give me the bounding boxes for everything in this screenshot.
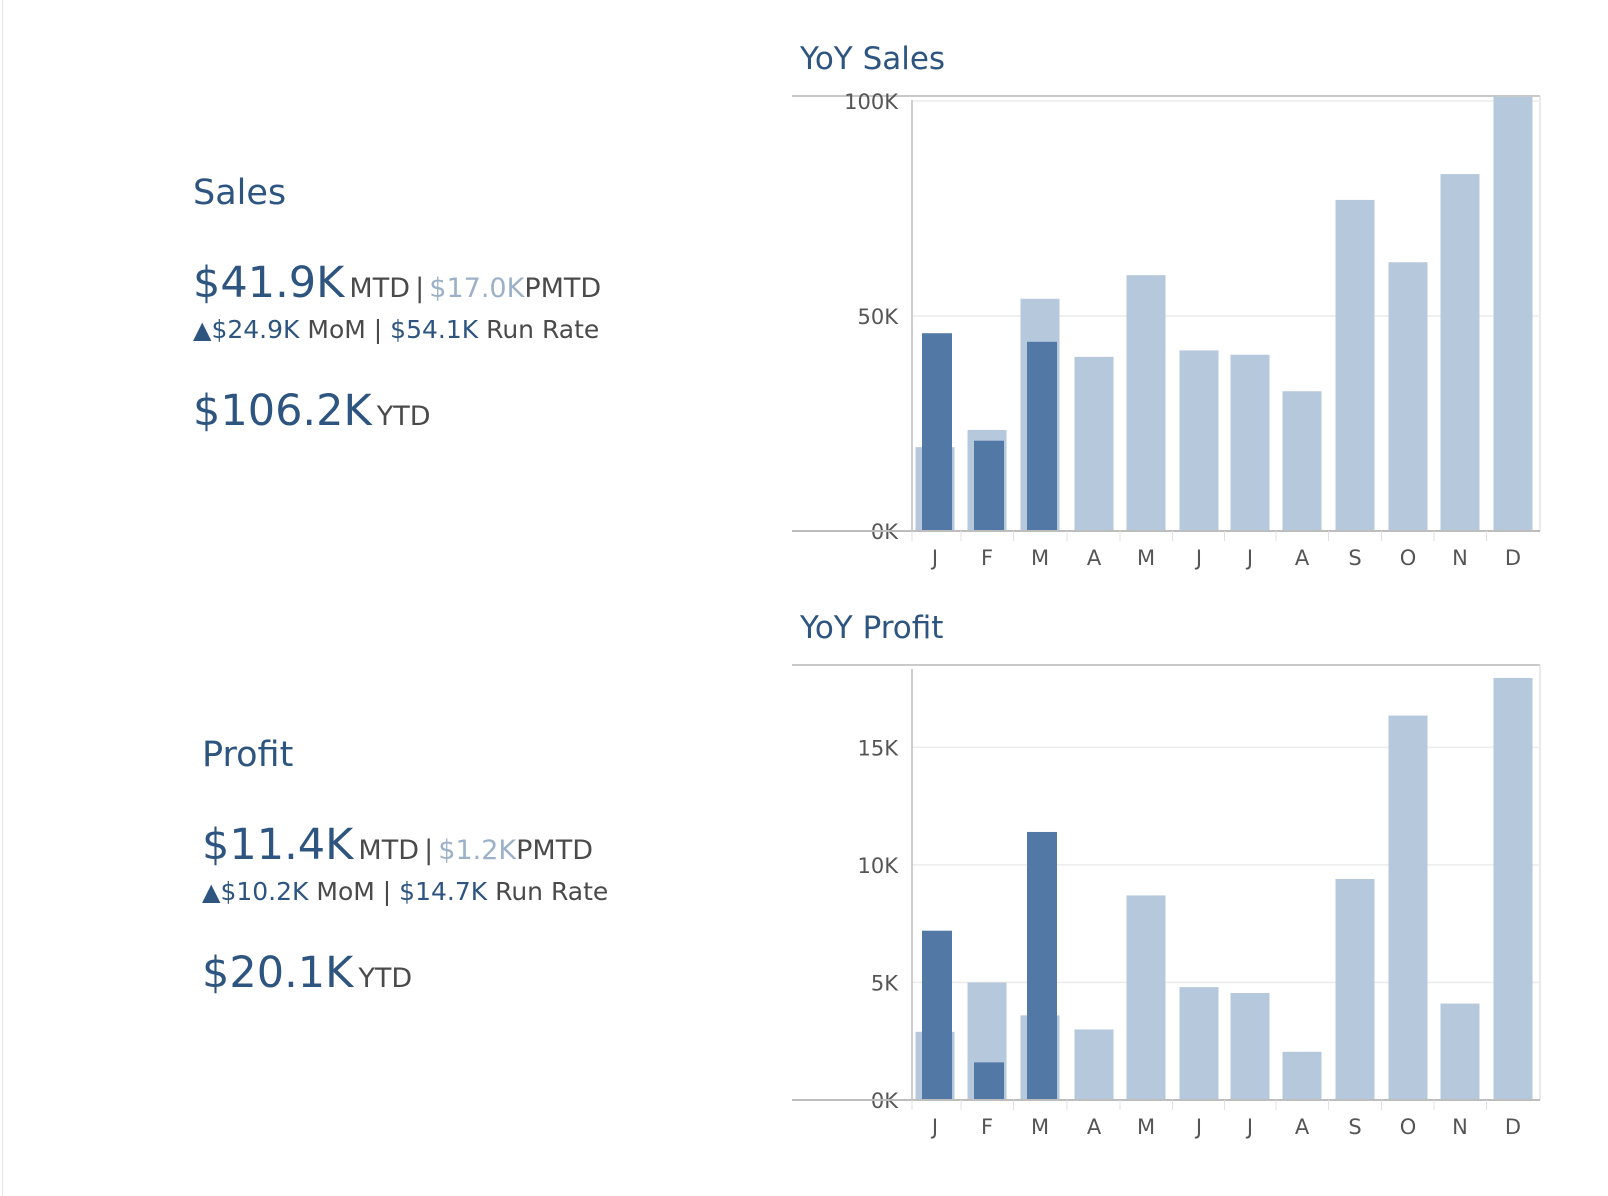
- sales-x-tick-label: A: [1087, 546, 1102, 570]
- profit-x-tick-label: M: [1137, 1115, 1155, 1139]
- profit-x-tick-label: F: [981, 1115, 993, 1139]
- sales-bar-prior-year[interactable]: [1493, 96, 1533, 531]
- profit-x-tick-label: D: [1505, 1115, 1521, 1139]
- sales-bar-prior-year[interactable]: [1388, 262, 1428, 531]
- sales-bar-prior-year[interactable]: [1230, 354, 1270, 531]
- sales-x-tick-label: M: [1137, 546, 1155, 570]
- sales-bar-prior-year[interactable]: [1074, 356, 1114, 531]
- profit-x-tick-label: A: [1087, 1115, 1102, 1139]
- sales-chart-group: 0K50K100KJ F M A M J J A S O N D: [792, 90, 1541, 570]
- profit-bar-prior-year[interactable]: [1440, 1003, 1480, 1100]
- sales-y-tick-label: 100K: [844, 90, 899, 114]
- sales-x-tick-label: F: [981, 546, 993, 570]
- sales-bar-prior-year[interactable]: [1179, 350, 1219, 531]
- yoy-sales-chart: 0K50K100KJ F M A M J J A S O N D0K5K10K15KJ F M A M J J A S…: [792, 90, 1541, 1139]
- profit-bar-prior-year[interactable]: [1179, 987, 1219, 1100]
- profit-x-tick-label: O: [1400, 1115, 1417, 1139]
- sales-x-tick-label: N: [1452, 546, 1468, 570]
- sales-bar-prior-year[interactable]: [1335, 199, 1375, 531]
- sales-x-tick-label: J: [930, 546, 938, 570]
- sales-x-tick-label: O: [1400, 546, 1417, 570]
- sales-x-tick-label: D: [1505, 546, 1521, 570]
- sales-x-tick-label: J: [1194, 546, 1202, 570]
- profit-y-tick-label: 10K: [858, 854, 900, 878]
- profit-x-tick-label: A: [1295, 1115, 1310, 1139]
- profit-bar-prior-year[interactable]: [1126, 895, 1166, 1100]
- sales-bar-prior-year[interactable]: [1282, 391, 1322, 531]
- sales-bar-prior-year[interactable]: [1126, 275, 1166, 531]
- profit-x-tick-label: J: [930, 1115, 938, 1139]
- sales-bar-current-year[interactable]: [922, 333, 952, 531]
- sales-x-tick-label: M: [1031, 546, 1049, 570]
- profit-bar-current-year[interactable]: [974, 1062, 1004, 1100]
- profit-x-tick-label: J: [1194, 1115, 1202, 1139]
- sales-x-tick-label: S: [1348, 546, 1361, 570]
- profit-bar-current-year[interactable]: [1027, 831, 1057, 1100]
- profit-bar-prior-year[interactable]: [1282, 1051, 1322, 1100]
- profit-bar-current-year[interactable]: [922, 930, 952, 1100]
- profit-x-tick-label: N: [1452, 1115, 1468, 1139]
- sales-x-tick-label: A: [1295, 546, 1310, 570]
- sales-bar-current-year[interactable]: [974, 440, 1004, 531]
- sales-bar-current-year[interactable]: [1027, 341, 1057, 531]
- profit-bar-prior-year[interactable]: [1074, 1029, 1114, 1100]
- profit-x-tick-label: M: [1031, 1115, 1049, 1139]
- profit-bar-prior-year[interactable]: [1335, 878, 1375, 1100]
- profit-bar-prior-year[interactable]: [1493, 677, 1533, 1100]
- profit-x-tick-label: S: [1348, 1115, 1361, 1139]
- profit-bar-prior-year[interactable]: [1388, 715, 1428, 1100]
- profit-bar-prior-year[interactable]: [1230, 993, 1270, 1100]
- sales-y-tick-label: 50K: [858, 305, 900, 329]
- profit-chart-group: 0K5K10K15KJ F M A M J J A S O N D: [792, 664, 1541, 1139]
- sales-bar-prior-year[interactable]: [1440, 174, 1480, 531]
- profit-y-tick-label: 15K: [858, 736, 900, 760]
- profit-x-tick-label: J: [1245, 1115, 1253, 1139]
- sales-x-tick-label: J: [1245, 546, 1253, 570]
- profit-y-tick-label: 5K: [871, 971, 899, 995]
